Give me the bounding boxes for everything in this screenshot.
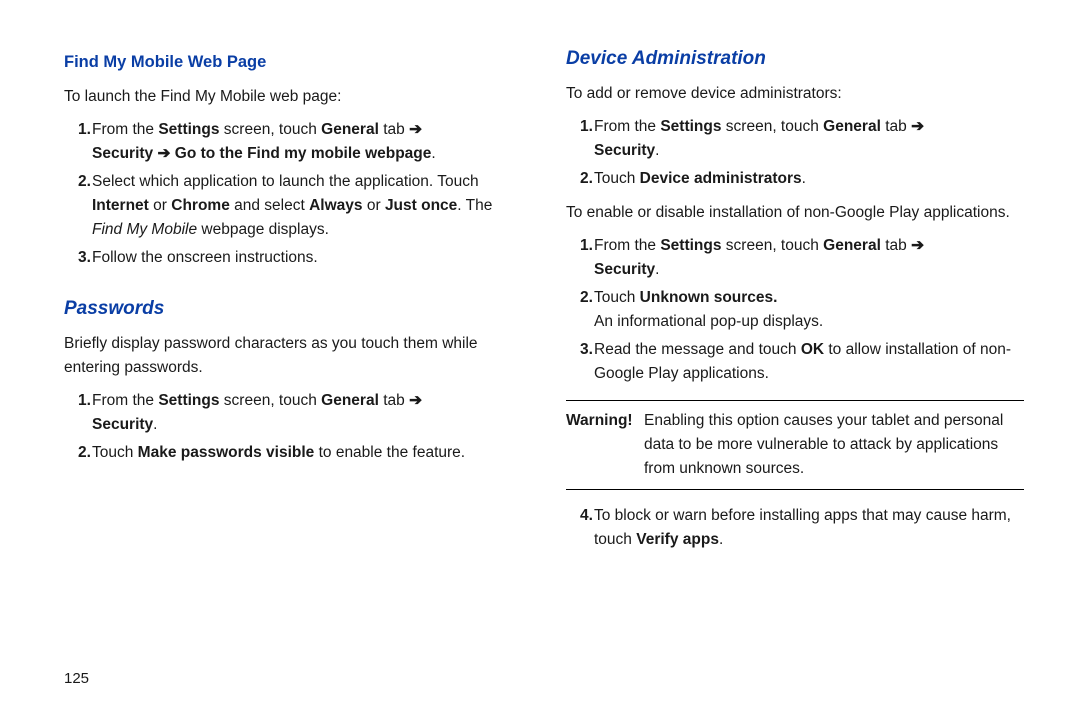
left-column: Find My Mobile Web Page To launch the Fi… <box>64 44 522 690</box>
step-body: From the Settings screen, touch General … <box>92 118 522 166</box>
step-number: 3. <box>64 246 92 270</box>
step-body: Follow the onscreen instructions. <box>92 246 522 270</box>
step-body: Read the message and touch OK to allow i… <box>594 338 1024 386</box>
step-body: To block or warn before installing apps … <box>594 504 1024 552</box>
step-body: Select which application to launch the a… <box>92 170 522 242</box>
step-number: 4. <box>566 504 594 552</box>
heading-find-my-mobile: Find My Mobile Web Page <box>64 50 522 76</box>
intro-device-admin: To add or remove device administrators: <box>566 82 1024 106</box>
list-item: 2. Touch Make passwords visible to enabl… <box>64 441 522 465</box>
steps-device-admin-2: 1. From the Settings screen, touch Gener… <box>566 230 1024 390</box>
step-number: 2. <box>566 167 594 191</box>
heading-passwords: Passwords <box>64 294 522 323</box>
heading-device-admin: Device Administration <box>566 44 1024 73</box>
warning-label: Warning! <box>566 409 644 481</box>
page-number: 125 <box>64 647 522 690</box>
warning-text: Enabling this option causes your tablet … <box>644 409 1024 481</box>
steps-find-my-mobile: 1. From the Settings screen, touch Gener… <box>64 114 522 274</box>
list-item: 2. Select which application to launch th… <box>64 170 522 242</box>
step-body: From the Settings screen, touch General … <box>92 389 522 437</box>
arrow-icon: ➔ <box>911 237 924 254</box>
list-item: 3. Follow the onscreen instructions. <box>64 246 522 270</box>
step-number: 1. <box>566 115 594 163</box>
warning-block: Warning! Enabling this option causes you… <box>566 409 1024 481</box>
steps-device-admin-1: 1. From the Settings screen, touch Gener… <box>566 111 1024 195</box>
list-item: 4. To block or warn before installing ap… <box>566 504 1024 552</box>
list-item: 2. Touch Device administrators. <box>566 167 1024 191</box>
step-body: Touch Make passwords visible to enable t… <box>92 441 522 465</box>
step-body: From the Settings screen, touch General … <box>594 234 1024 282</box>
step-body: Touch Device administrators. <box>594 167 1024 191</box>
step-number: 2. <box>64 170 92 242</box>
list-item: 2. Touch Unknown sources. An information… <box>566 286 1024 334</box>
step-body: From the Settings screen, touch General … <box>594 115 1024 163</box>
intro-find-my-mobile: To launch the Find My Mobile web page: <box>64 85 522 109</box>
step-number: 1. <box>566 234 594 282</box>
arrow-icon: ➔ <box>911 118 924 135</box>
step-number: 2. <box>566 286 594 334</box>
step-number: 1. <box>64 389 92 437</box>
intro-unknown-sources: To enable or disable installation of non… <box>566 201 1024 225</box>
step-number: 1. <box>64 118 92 166</box>
step-number: 2. <box>64 441 92 465</box>
list-item: 1. From the Settings screen, touch Gener… <box>566 234 1024 282</box>
list-item: 1. From the Settings screen, touch Gener… <box>566 115 1024 163</box>
steps-passwords: 1. From the Settings screen, touch Gener… <box>64 385 522 469</box>
steps-device-admin-3: 4. To block or warn before installing ap… <box>566 500 1024 556</box>
step-number: 3. <box>566 338 594 386</box>
divider <box>566 489 1024 490</box>
intro-passwords: Briefly display password characters as y… <box>64 332 522 380</box>
divider <box>566 400 1024 401</box>
arrow-icon: ➔ <box>409 121 422 138</box>
step-body: Touch Unknown sources. An informational … <box>594 286 1024 334</box>
list-item: 3. Read the message and touch OK to allo… <box>566 338 1024 386</box>
right-column: Device Administration To add or remove d… <box>566 44 1024 690</box>
arrow-icon: ➔ <box>409 392 422 409</box>
list-item: 1. From the Settings screen, touch Gener… <box>64 389 522 437</box>
list-item: 1. From the Settings screen, touch Gener… <box>64 118 522 166</box>
